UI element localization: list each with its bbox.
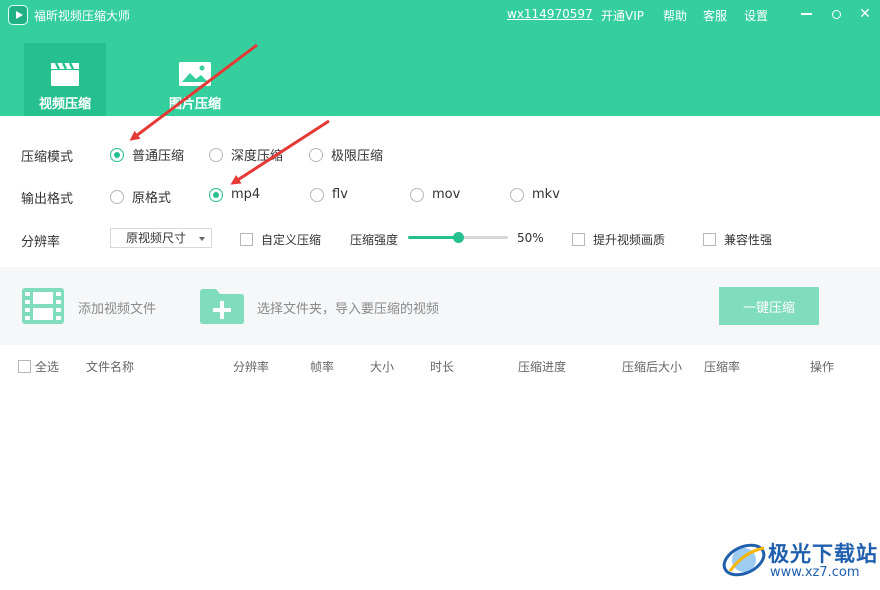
column-header-resolution: 分辨率 — [233, 360, 270, 374]
radio-flv[interactable]: flv — [310, 187, 348, 202]
select-all-checkbox[interactable]: 全选 — [18, 358, 59, 375]
chevron-down-icon — [199, 237, 205, 241]
radio-normal-compress[interactable]: 普通压缩 — [110, 145, 184, 164]
radio-circle — [310, 187, 324, 202]
radio-label: 普通压缩 — [132, 149, 185, 164]
tab-image-compress[interactable]: 图片压缩 — [154, 43, 236, 116]
column-header-framerate: 帧率 — [310, 360, 335, 374]
column-header-size: 大小 — [370, 360, 395, 374]
radio-label: flv — [332, 187, 348, 202]
skin-button[interactable] — [826, 4, 846, 24]
column-header-progress: 压缩进度 — [518, 360, 567, 374]
column-header-filename: 文件名称 — [86, 360, 135, 374]
watermark-name: 极光下载站 — [768, 542, 878, 566]
watermark-url: www.xz7.com — [770, 565, 860, 580]
app-logo-icon — [8, 5, 28, 25]
strength-value: 50% — [517, 231, 544, 245]
tab-label: 视频压缩 — [38, 97, 91, 112]
radio-mov[interactable]: mov — [410, 187, 460, 202]
checkbox-label: 全选 — [35, 360, 60, 374]
compress-mode-label: 压缩模式 — [21, 150, 74, 165]
column-header-compressed-size: 压缩后大小 — [622, 360, 683, 374]
column-header-duration: 时长 — [430, 360, 455, 374]
radio-circle — [209, 187, 223, 202]
checkbox-box — [703, 233, 716, 246]
minimize-button[interactable] — [796, 4, 816, 24]
radio-label: 原格式 — [132, 191, 172, 206]
app-title: 福昕视频压缩大师 — [34, 9, 131, 23]
radio-circle — [110, 147, 124, 162]
vip-link[interactable]: 开通VIP — [601, 7, 644, 24]
enhance-quality-checkbox[interactable]: 提升视频画质 — [572, 231, 665, 248]
one-key-compress-button[interactable]: 一键压缩 — [719, 287, 819, 325]
radio-label: mkv — [532, 187, 560, 202]
clapperboard-icon — [51, 62, 79, 86]
radio-label: mov — [432, 187, 461, 202]
close-icon: ✕ — [859, 6, 871, 22]
custom-compress-checkbox[interactable]: 自定义压缩 — [240, 231, 321, 248]
slider-fill — [408, 236, 458, 239]
radio-label: 深度压缩 — [231, 149, 284, 164]
radio-circle — [309, 147, 323, 162]
service-link[interactable]: 客服 — [703, 7, 727, 24]
radio-circle — [510, 187, 524, 202]
film-icon[interactable] — [21, 287, 65, 325]
radio-extreme-compress[interactable]: 极限压缩 — [309, 145, 383, 164]
folder-plus-icon[interactable] — [199, 287, 245, 325]
action-bar: 添加视频文件 选择文件夹，导入要压缩的视频 一键压缩 — [0, 267, 880, 345]
radio-label: 极限压缩 — [331, 149, 384, 164]
settings-link[interactable]: 设置 — [744, 7, 768, 24]
column-header-actions: 操作 — [810, 360, 835, 374]
strength-slider[interactable] — [408, 232, 508, 243]
select-folder-button[interactable]: 选择文件夹，导入要压缩的视频 — [257, 298, 439, 317]
checkbox-box — [240, 233, 253, 246]
app-header: 福昕视频压缩大师 wx114970597 开通VIP 帮助 客服 设置 ✕ 视频… — [0, 0, 880, 116]
radio-mkv[interactable]: mkv — [510, 187, 560, 202]
radio-circle — [110, 189, 124, 204]
image-icon — [179, 62, 211, 86]
radio-circle — [410, 187, 424, 202]
watermark-logo-icon — [722, 543, 766, 577]
resolution-select[interactable]: 原视频尺寸 — [110, 228, 212, 248]
strength-label: 压缩强度 — [350, 233, 399, 247]
add-video-button[interactable]: 添加视频文件 — [78, 298, 156, 317]
checkbox-box — [572, 233, 585, 246]
checkbox-label: 提升视频画质 — [593, 233, 666, 247]
checkbox-box — [18, 360, 31, 373]
radio-mp4[interactable]: mp4 — [209, 187, 260, 202]
checkbox-label: 自定义压缩 — [261, 233, 322, 247]
tab-label: 图片压缩 — [168, 97, 221, 112]
resolution-label: 分辨率 — [21, 235, 61, 250]
close-button[interactable]: ✕ — [855, 4, 875, 24]
checkbox-label: 兼容性强 — [724, 233, 773, 247]
account-link[interactable]: wx114970597 — [507, 7, 593, 21]
compatibility-checkbox[interactable]: 兼容性强 — [703, 231, 772, 248]
tab-video-compress[interactable]: 视频压缩 — [24, 43, 106, 116]
radio-original-format[interactable]: 原格式 — [110, 187, 171, 206]
column-header-ratio: 压缩率 — [704, 360, 741, 374]
output-format-label: 输出格式 — [21, 192, 74, 207]
circle-icon — [831, 9, 841, 19]
slider-thumb[interactable] — [453, 232, 464, 243]
radio-label: mp4 — [231, 187, 261, 202]
resolution-select-value: 原视频尺寸 — [126, 231, 187, 245]
radio-circle — [209, 147, 223, 162]
help-link[interactable]: 帮助 — [663, 7, 687, 24]
radio-deep-compress[interactable]: 深度压缩 — [209, 145, 283, 164]
title-bar: 福昕视频压缩大师 wx114970597 开通VIP 帮助 客服 设置 ✕ — [0, 0, 880, 30]
